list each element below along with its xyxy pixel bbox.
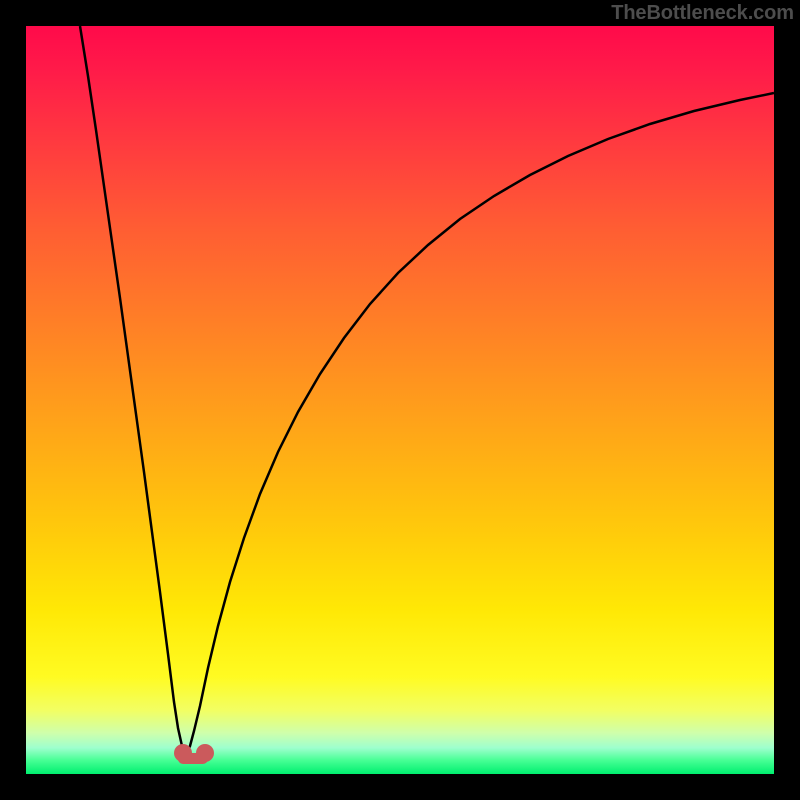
minimum-marker-base [178, 753, 208, 764]
chart-frame: TheBottleneck.com [0, 0, 800, 800]
bottleneck-curve-path [80, 26, 774, 754]
bottleneck-curve [26, 26, 774, 774]
plot-area [26, 26, 774, 774]
watermark-text: TheBottleneck.com [611, 2, 794, 25]
